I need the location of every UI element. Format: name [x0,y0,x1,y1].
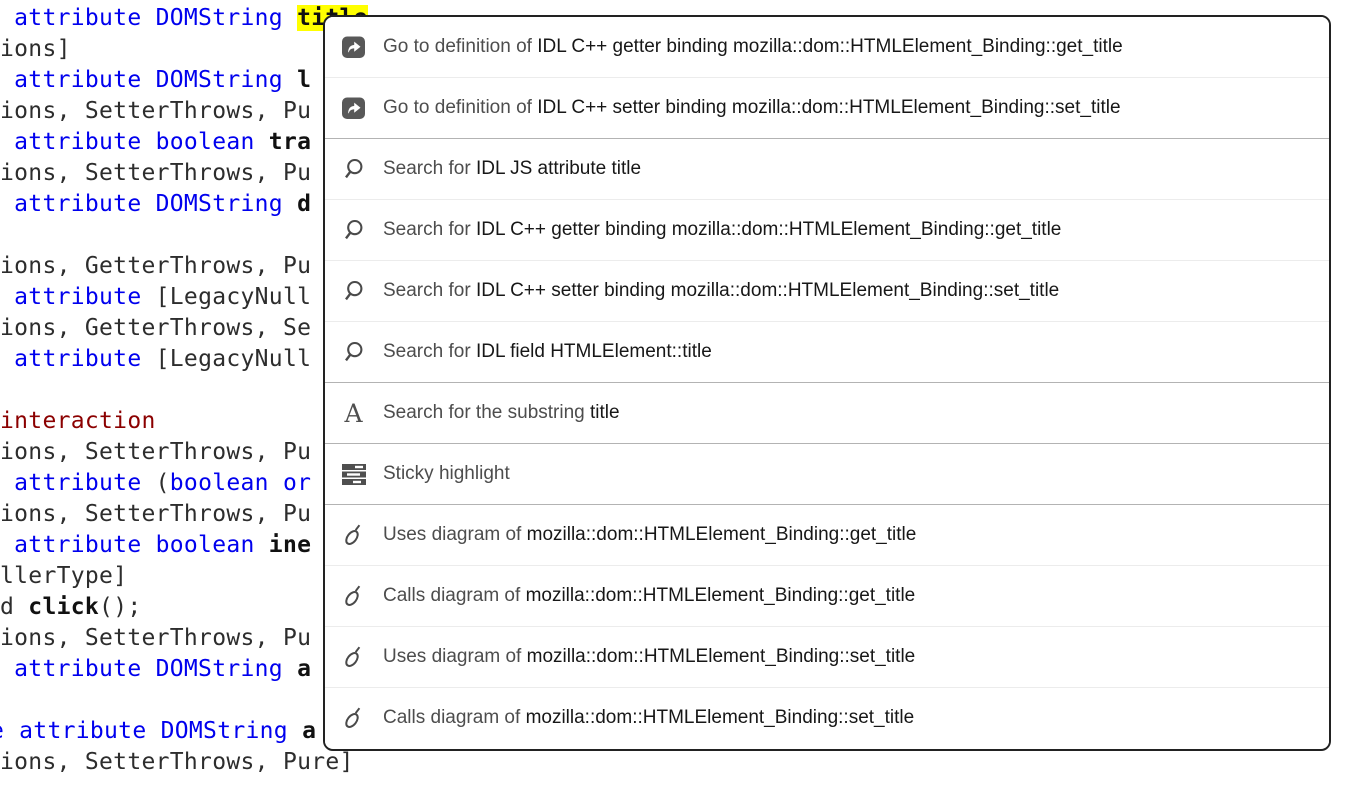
code-segment: a [297,656,311,682]
menu-item-search-idl-field[interactable]: Search for IDL field HTMLElement::title [325,321,1329,382]
code-segment: [LegacyNull [156,284,312,310]
menu-item-calls-diagram-getter[interactable]: Calls diagram of mozilla::dom::HTMLEleme… [325,565,1329,626]
code-segment: ions] [0,36,71,62]
code-segment: ions, SetterThrows, Pu [0,625,311,651]
menu-item-label: Uses diagram of mozilla::dom::HTMLElemen… [383,524,916,546]
menu-item-search-substring[interactable]: A Search for the substring title [325,382,1329,443]
code-segment: attribute [0,284,156,310]
sticky-highlight-icon [340,461,367,487]
code-segment: ine [269,532,311,558]
menu-item-search-getter-binding[interactable]: Search for IDL C++ getter binding mozill… [325,199,1329,260]
menu-item-label: Sticky highlight [383,463,510,485]
code-segment: l [297,67,311,93]
code-segment: ions, GetterThrows, Se [0,315,311,341]
go-to-definition-icon [340,34,367,60]
menu-item-sticky-highlight[interactable]: Sticky highlight [325,443,1329,504]
menu-item-label: Calls diagram of mozilla::dom::HTMLEleme… [383,585,915,607]
menu-item-label: Go to definition of IDL C++ getter bindi… [383,36,1123,58]
menu-item-label: Uses diagram of mozilla::dom::HTMLElemen… [383,646,915,668]
code-segment: attribute DOMString [0,67,297,93]
substring-a-icon: A [340,400,367,426]
code-segment: ions, SetterThrows, Pure] [0,749,354,775]
menu-item-goto-definition-getter[interactable]: Go to definition of IDL C++ getter bindi… [325,17,1329,77]
code-segment: ions, GetterThrows, Pu [0,253,311,279]
menu-item-label: Calls diagram of mozilla::dom::HTMLEleme… [383,707,914,729]
search-icon [340,156,367,182]
search-icon [340,217,367,243]
diagram-link-icon [340,583,367,609]
code-segment: click [28,594,99,620]
code-segment: ions, SetterThrows, Pu [0,439,311,465]
go-to-definition-icon [340,95,367,121]
code-segment: interaction [0,408,156,434]
code-segment: d [0,594,28,620]
menu-item-label: Search for IDL field HTMLElement::title [383,341,712,363]
code-segment: attribute DOMString [0,656,297,682]
diagram-link-icon [340,644,367,670]
code-segment: ions, SetterThrows, Pu [0,98,311,124]
search-icon [340,339,367,365]
code-segment: attribute [0,470,156,496]
menu-item-label: Search for IDL C++ getter binding mozill… [383,219,1061,241]
code-line: ions, SetterThrows, Pure] [0,747,1356,778]
code-segment: boolean or [170,470,311,496]
code-segment: llerType] [0,563,127,589]
code-segment: a [302,718,316,744]
code-segment: ions, SetterThrows, Pu [0,501,311,527]
menu-item-label: Search for IDL JS attribute title [383,158,641,180]
diagram-link-icon [340,705,367,731]
code-segment: ions, SetterThrows, Pu [0,160,311,186]
menu-item-search-idl-js-attribute[interactable]: Search for IDL JS attribute title [325,138,1329,199]
menu-item-search-setter-binding[interactable]: Search for IDL C++ setter binding mozill… [325,260,1329,321]
menu-item-label: Go to definition of IDL C++ setter bindi… [383,97,1121,119]
menu-item-label: Search for IDL C++ setter binding mozill… [383,280,1059,302]
code-segment: attribute DOMString [0,191,297,217]
code-segment: [LegacyNull [156,346,312,372]
code-segment: tra [269,129,311,155]
menu-item-calls-diagram-setter[interactable]: Calls diagram of mozilla::dom::HTMLEleme… [325,687,1329,748]
context-menu: Go to definition of IDL C++ getter bindi… [323,15,1331,751]
diagram-link-icon [340,522,367,548]
menu-item-goto-definition-setter[interactable]: Go to definition of IDL C++ setter bindi… [325,77,1329,138]
code-segment: ( [156,470,170,496]
search-icon [340,278,367,304]
code-segment: attribute DOMString [0,5,297,31]
menu-item-label: Search for the substring title [383,402,620,424]
code-segment: attribute boolean [0,129,269,155]
menu-item-uses-diagram-setter[interactable]: Uses diagram of mozilla::dom::HTMLElemen… [325,626,1329,687]
code-segment: d [297,191,311,217]
menu-item-uses-diagram-getter[interactable]: Uses diagram of mozilla::dom::HTMLElemen… [325,504,1329,565]
code-segment: (); [99,594,141,620]
code-segment: attribute boolean [0,532,269,558]
code-segment: attribute [0,346,156,372]
code-segment: attribute DOMString [5,718,302,744]
